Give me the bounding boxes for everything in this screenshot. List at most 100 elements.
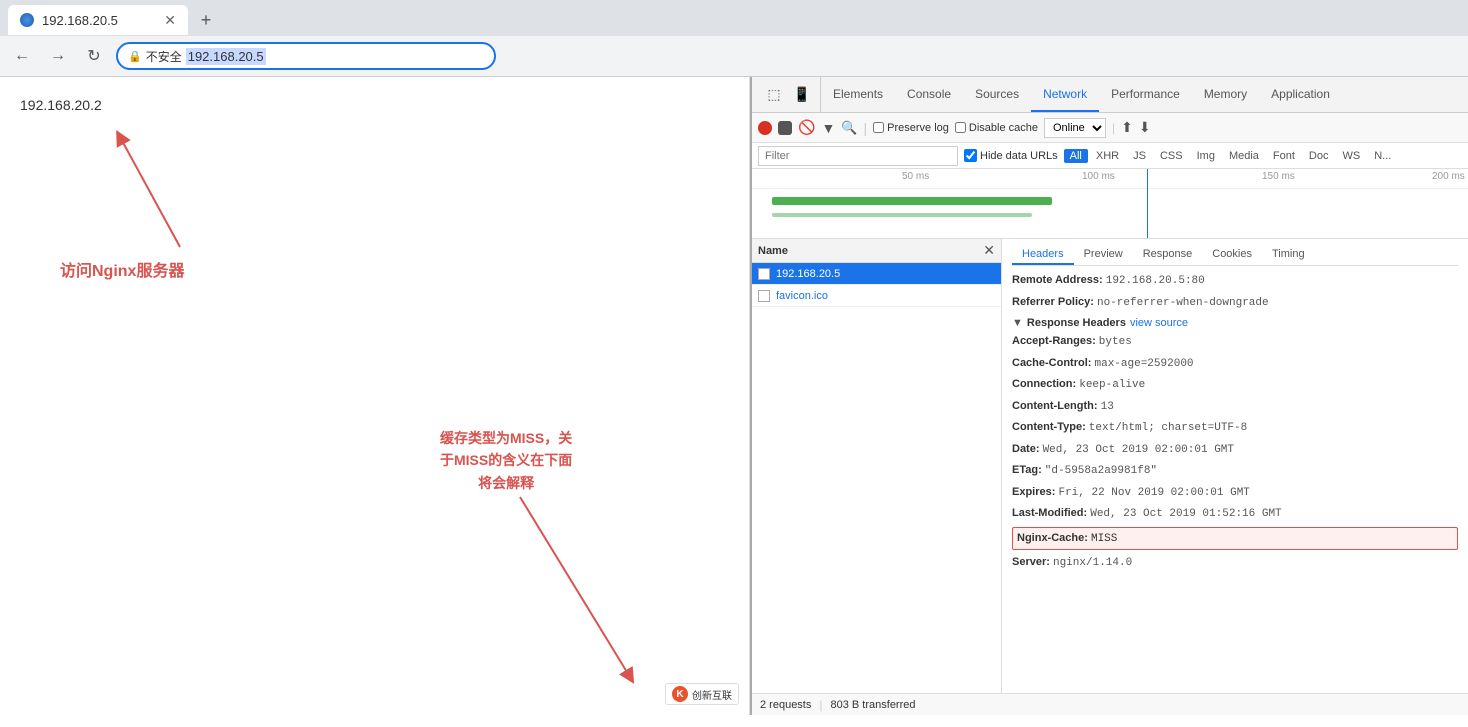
url-text: 192.168.20.5 — [186, 48, 266, 65]
separator-2: | — [1112, 121, 1115, 135]
response-headers-section: ▼ Response Headers view source — [1012, 317, 1458, 329]
throttle-select[interactable]: Online — [1044, 118, 1106, 138]
mark-200ms: 200 ms — [1432, 171, 1465, 182]
header-val-0: bytes — [1099, 336, 1132, 348]
filter-js[interactable]: JS — [1127, 149, 1152, 163]
tab-favicon — [20, 13, 34, 27]
refresh-button[interactable]: ↻ — [80, 42, 108, 70]
header-row-9: Nginx-Cache: MISS — [1012, 527, 1458, 551]
preserve-log-checkbox[interactable] — [873, 122, 884, 133]
filter-button[interactable]: ▼ — [821, 120, 835, 136]
tab-memory[interactable]: Memory — [1192, 77, 1259, 112]
annotation-nginx: 访问Nginx服务器 — [60, 257, 184, 281]
tab-application[interactable]: Application — [1259, 77, 1342, 112]
inspect-icon[interactable]: ⬚ — [762, 83, 786, 107]
detail-tab-response[interactable]: Response — [1133, 245, 1203, 265]
filter-xhr[interactable]: XHR — [1090, 149, 1125, 163]
header-key-0: Accept-Ranges: — [1012, 335, 1099, 347]
new-tab-button[interactable]: + — [192, 6, 220, 34]
header-val-3: 13 — [1101, 401, 1114, 413]
remote-address-val: 192.168.20.5:80 — [1106, 275, 1205, 287]
header-key-2: Connection: — [1012, 378, 1079, 390]
arrow-2 — [430, 477, 680, 727]
requests-count: 2 requests — [760, 699, 811, 711]
hide-data-checkbox[interactable] — [964, 149, 977, 162]
stop-button[interactable] — [778, 121, 792, 135]
headers-list: Accept-Ranges: bytesCache-Control: max-a… — [1012, 333, 1458, 572]
header-row-6: ETag: "d-5958a2a9981f8" — [1012, 462, 1458, 480]
transferred-size: 803 B transferred — [831, 699, 916, 711]
timeline-ruler: 50 ms 100 ms 150 ms 200 ms — [752, 169, 1468, 189]
filter-css[interactable]: CSS — [1154, 149, 1189, 163]
back-button[interactable]: ← — [8, 42, 36, 70]
network-body: Name ✕ 192.168.20.5 favicon.ico — [752, 239, 1468, 693]
detail-tab-headers[interactable]: Headers — [1012, 245, 1074, 265]
detail-tab-timing[interactable]: Timing — [1262, 245, 1315, 265]
header-val-2: keep-alive — [1079, 379, 1145, 391]
filter-media[interactable]: Media — [1223, 149, 1265, 163]
devtools-tab-bar: ⬚ 📱 Elements Console Sources Network Per… — [752, 77, 1468, 113]
request-name-1: 192.168.20.5 — [776, 268, 995, 280]
detail-tabs: Headers Preview Response Cookies Timing — [1012, 245, 1458, 266]
address-bar: ← → ↻ 🔒 不安全 192.168.20.5 — [0, 36, 1468, 76]
tab-console[interactable]: Console — [895, 77, 963, 112]
timeline[interactable]: 50 ms 100 ms 150 ms 200 ms — [752, 169, 1468, 239]
main-layout: 192.168.20.2 访问Nginx服务器 缓存类型为MISS，关 于MIS… — [0, 77, 1468, 715]
detail-tab-cookies[interactable]: Cookies — [1202, 245, 1262, 265]
devtools-icons: ⬚ 📱 — [756, 77, 821, 112]
header-key-4: Content-Type: — [1012, 421, 1089, 433]
filter-font[interactable]: Font — [1267, 149, 1301, 163]
request-icon-1 — [758, 268, 770, 280]
mark-50ms: 50 ms — [902, 171, 929, 182]
filter-row: Hide data URLs All XHR JS CSS Img Media … — [752, 143, 1468, 169]
hide-data-label[interactable]: Hide data URLs — [964, 149, 1058, 162]
filter-other[interactable]: N... — [1368, 149, 1397, 163]
referrer-policy-key: Referrer Policy: — [1012, 296, 1097, 308]
header-val-9: MISS — [1091, 533, 1117, 545]
toggle-icon[interactable]: ▼ — [1012, 317, 1023, 329]
detail-tab-preview[interactable]: Preview — [1074, 245, 1133, 265]
status-separator: | — [819, 698, 822, 712]
tab-sources[interactable]: Sources — [963, 77, 1031, 112]
header-key-10: Server: — [1012, 556, 1053, 568]
filter-all[interactable]: All — [1064, 149, 1088, 163]
name-column-header: Name — [758, 245, 983, 257]
filter-img[interactable]: Img — [1191, 149, 1221, 163]
disable-cache-checkbox[interactable] — [955, 122, 966, 133]
forward-button[interactable]: → — [44, 42, 72, 70]
timeline-bar-2 — [772, 213, 1032, 217]
view-source-link[interactable]: view source — [1130, 317, 1188, 329]
page-ip-text: 192.168.20.2 — [20, 97, 729, 113]
tab-network[interactable]: Network — [1031, 77, 1099, 112]
header-key-8: Last-Modified: — [1012, 507, 1090, 519]
header-val-6: "d-5958a2a9981f8" — [1045, 465, 1157, 477]
header-val-4: text/html; charset=UTF-8 — [1089, 422, 1247, 434]
tab-close-button[interactable]: ✕ — [164, 12, 176, 29]
request-row-2[interactable]: favicon.ico — [752, 285, 1001, 307]
tab-elements[interactable]: Elements — [821, 77, 895, 112]
active-tab[interactable]: 192.168.20.5 ✕ — [8, 5, 188, 35]
tab-performance[interactable]: Performance — [1099, 77, 1192, 112]
mobile-icon[interactable]: 📱 — [790, 83, 814, 107]
header-row-7: Expires: Fri, 22 Nov 2019 02:00:01 GMT — [1012, 484, 1458, 502]
download-icon[interactable]: ⬇ — [1139, 119, 1151, 136]
request-row-1[interactable]: 192.168.20.5 — [752, 263, 1001, 285]
header-row-8: Last-Modified: Wed, 23 Oct 2019 01:52:16… — [1012, 505, 1458, 523]
status-bar: 2 requests | 803 B transferred — [752, 693, 1468, 715]
devtools-panel: ⬚ 📱 Elements Console Sources Network Per… — [750, 77, 1468, 715]
search-button[interactable]: 🔍 — [841, 120, 857, 136]
close-details-button[interactable]: ✕ — [983, 242, 995, 259]
record-button[interactable] — [758, 121, 772, 135]
clear-button[interactable]: 🚫 — [798, 119, 815, 136]
response-headers-title: Response Headers — [1027, 317, 1126, 329]
url-input[interactable]: 🔒 不安全 192.168.20.5 — [116, 42, 496, 70]
filter-doc[interactable]: Doc — [1303, 149, 1335, 163]
network-toolbar: 🚫 ▼ 🔍 | Preserve log Disable cache Onlin… — [752, 113, 1468, 143]
filter-ws[interactable]: WS — [1336, 149, 1366, 163]
request-icon-2 — [758, 290, 770, 302]
preserve-log-label[interactable]: Preserve log — [873, 122, 949, 134]
filter-input[interactable] — [758, 146, 958, 166]
upload-icon[interactable]: ⬆ — [1121, 119, 1133, 136]
disable-cache-label[interactable]: Disable cache — [955, 122, 1038, 134]
requests-header: Name ✕ — [752, 239, 1001, 263]
